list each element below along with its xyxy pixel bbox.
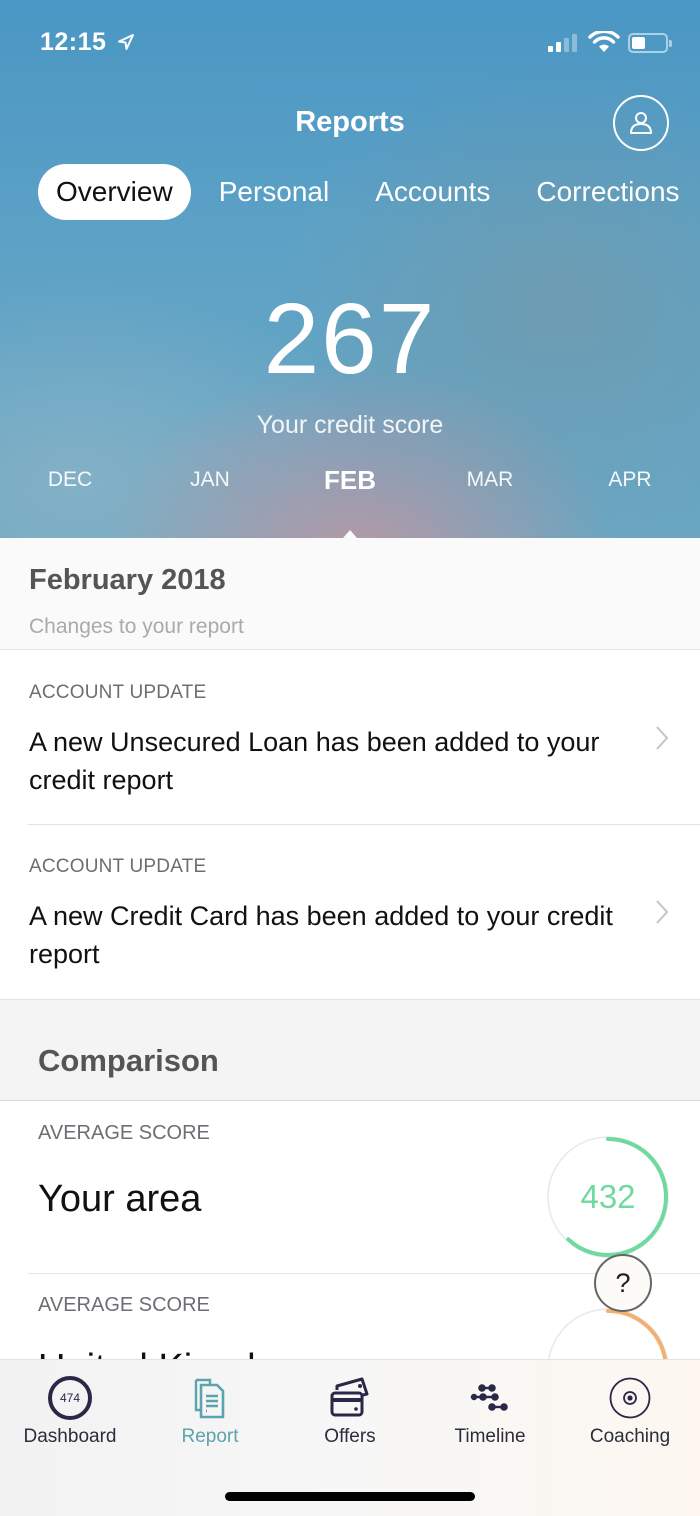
list-item[interactable]: ACCOUNT UPDATE A new Unsecured Loan has … (0, 651, 700, 825)
comparison-name: Your area (38, 1178, 202, 1220)
help-button[interactable]: ? (594, 1254, 652, 1312)
tabbar-report[interactable]: Report (140, 1360, 280, 1460)
update-text: A new Credit Card has been added to your… (29, 901, 613, 969)
person-icon (630, 112, 652, 134)
tabbar-label: Timeline (454, 1426, 526, 1447)
changes-title: February 2018 (29, 564, 226, 596)
gauge-arc (606, 1309, 668, 1364)
tab-overview[interactable]: Overview (38, 164, 191, 220)
report-documents-icon (187, 1375, 233, 1421)
score-ring-icon: 474 (47, 1375, 93, 1421)
selected-month-pointer (343, 530, 357, 538)
average-score-kicker: AVERAGE SCORE (38, 1294, 210, 1316)
list-item[interactable]: ACCOUNT UPDATE A new Credit Card has bee… (0, 825, 700, 999)
chevron-right-icon (656, 726, 669, 750)
average-score-kicker: AVERAGE SCORE (38, 1122, 210, 1144)
update-text: A new Unsecured Loan has been added to y… (29, 727, 600, 795)
gauge-track (547, 1308, 669, 1364)
report-tabs: Overview Personal Accounts Corrections (38, 164, 698, 220)
tab-corrections[interactable]: Corrections (518, 164, 697, 220)
credit-score-label: Your credit score (256, 411, 444, 439)
month-dec[interactable]: DEC (20, 468, 120, 492)
comparison-header: Comparison (0, 999, 700, 1101)
comparison-title: Comparison (38, 1043, 219, 1078)
wifi-icon (588, 31, 620, 52)
credit-cards-icon (327, 1375, 373, 1421)
credit-score-value: 267 (263, 283, 437, 395)
profile-button[interactable] (613, 95, 669, 151)
location-arrow-icon (118, 34, 134, 50)
status-bar: 12:15 (0, 26, 700, 62)
dashboard-score-badge: 474 (48, 1376, 92, 1420)
changes-header: February 2018 Changes to your report (0, 538, 700, 650)
tabbar-label: Dashboard (23, 1426, 117, 1447)
signal-strength-icon (548, 34, 577, 52)
update-kicker: ACCOUNT UPDATE (29, 682, 207, 703)
battery-icon (628, 33, 672, 53)
status-time: 12:15 (40, 28, 107, 56)
tab-personal[interactable]: Personal (201, 164, 348, 220)
month-jan[interactable]: JAN (160, 468, 260, 492)
tabbar-label: Offers (324, 1426, 376, 1447)
gauge-value: 432 (580, 1178, 636, 1215)
tabbar-label: Report (181, 1426, 239, 1447)
month-selector: DEC JAN FEB MAR APR (0, 465, 700, 500)
tabbar-timeline[interactable]: Timeline (420, 1360, 560, 1460)
month-feb[interactable]: FEB (300, 465, 400, 496)
score-gauge (546, 1307, 670, 1364)
timeline-icon (467, 1375, 513, 1421)
score-gauge: 432 (546, 1135, 670, 1259)
target-icon (607, 1375, 653, 1421)
page-title: Reports (295, 106, 405, 138)
chevron-right-icon (656, 900, 669, 924)
tabbar-dashboard[interactable]: 474 Dashboard (0, 1360, 140, 1460)
update-kicker: ACCOUNT UPDATE (29, 856, 207, 877)
month-mar[interactable]: MAR (440, 468, 540, 492)
tabbar-label: Coaching (589, 1426, 671, 1447)
tab-accounts[interactable]: Accounts (357, 164, 508, 220)
tabbar-coaching[interactable]: Coaching (560, 1360, 700, 1460)
home-indicator (225, 1492, 475, 1501)
month-apr[interactable]: APR (580, 468, 680, 492)
changes-subtitle: Changes to your report (29, 615, 244, 638)
report-header: 12:15 Reports Overview Personal Accounts… (0, 0, 700, 538)
tabbar-offers[interactable]: Offers (280, 1360, 420, 1460)
comparison-row-area[interactable]: AVERAGE SCORE Your area 432 (0, 1102, 700, 1274)
